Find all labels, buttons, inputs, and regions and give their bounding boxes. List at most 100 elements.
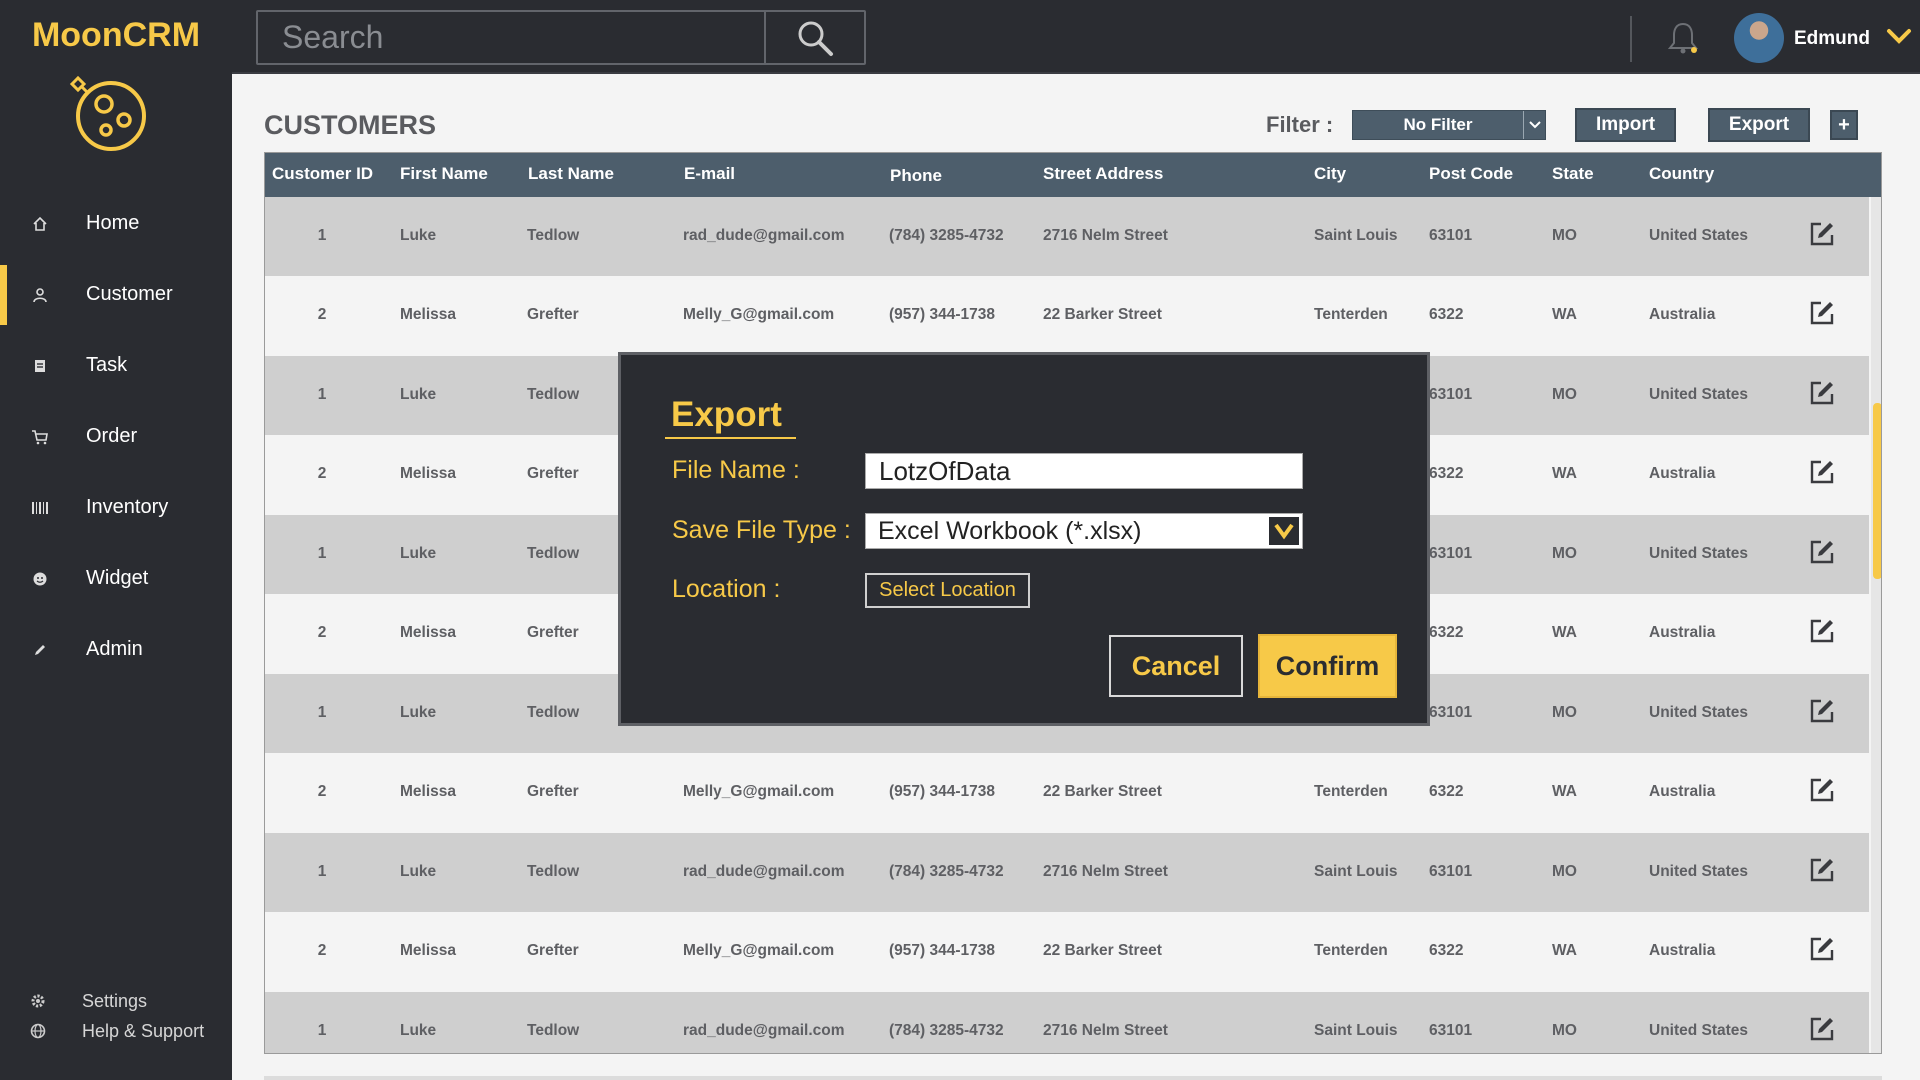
bell-icon[interactable]	[1666, 20, 1700, 56]
cell-customer-id: 2	[317, 624, 327, 641]
table-row[interactable]: 1 Luke Tedlow rad_dude@gmail.com (784) 3285-…	[265, 197, 1869, 277]
user-icon	[30, 285, 50, 305]
edit-icon[interactable]	[1808, 617, 1836, 645]
cell-post-code: 6322	[1429, 942, 1464, 959]
file-name-label: File Name :	[672, 456, 800, 484]
edit-icon[interactable]	[1808, 856, 1836, 884]
help-support-link[interactable]: Help & Support	[0, 1016, 232, 1046]
select-location-button[interactable]: Select Location	[865, 573, 1030, 608]
cell-post-code: 6322	[1429, 306, 1464, 323]
column-header-street-address[interactable]: Street Address	[1043, 164, 1163, 184]
table-scrollbar[interactable]	[1871, 197, 1881, 1053]
column-header-state[interactable]: State	[1552, 164, 1594, 184]
cell-street-address: 22 Barker Street	[1043, 942, 1162, 959]
cell-country: United States	[1649, 704, 1749, 721]
cell-email: Melly_G@gmail.com	[683, 306, 835, 323]
sidebar-item-task[interactable]: Task	[0, 330, 232, 401]
import-button[interactable]: Import	[1575, 108, 1676, 142]
column-header-phone[interactable]: Phone	[890, 166, 942, 186]
settings-link[interactable]: Settings	[0, 986, 232, 1016]
scrollbar-thumb[interactable]	[1873, 403, 1881, 579]
topbar-divider	[1630, 16, 1632, 62]
confirm-button[interactable]: Confirm	[1258, 634, 1397, 698]
table-row[interactable]: 1 Luke Tedlow rad_dude@gmail.com (784) 3285-…	[265, 833, 1869, 913]
cell-phone: (957) 344-1738	[889, 783, 995, 800]
edit-icon[interactable]	[1808, 458, 1836, 486]
cell-last-name: Tedlow	[527, 863, 580, 880]
cell-state: MO	[1552, 545, 1577, 562]
column-header-city[interactable]: City	[1314, 164, 1346, 184]
sidebar-item-home[interactable]: Home	[0, 188, 232, 259]
smiley-icon	[30, 569, 50, 589]
chevron-down-icon	[1523, 111, 1545, 139]
file-type-select[interactable]: Excel Workbook (*.xlsx)	[865, 513, 1303, 549]
cell-country: United States	[1649, 227, 1749, 244]
column-header-email[interactable]: E-mail	[684, 164, 735, 184]
user-name[interactable]: Edmund	[1794, 28, 1870, 50]
cell-last-name: Tedlow	[527, 545, 580, 562]
brand-logo-text: MoonCRM	[31, 16, 201, 54]
chevron-down-icon[interactable]	[1886, 25, 1912, 47]
avatar[interactable]	[1734, 13, 1784, 63]
add-customer-button[interactable]: +	[1830, 110, 1858, 140]
cell-post-code: 63101	[1429, 704, 1473, 721]
sidebar-item-admin[interactable]: Admin	[0, 614, 232, 685]
page-title: CUSTOMERS	[264, 110, 437, 140]
sidebar-item-order[interactable]: Order	[0, 401, 232, 472]
export-button[interactable]: Export	[1708, 108, 1810, 142]
edit-icon[interactable]	[1808, 538, 1836, 566]
cell-city: Tenterden	[1314, 783, 1388, 800]
file-name-input[interactable]	[865, 453, 1303, 489]
cell-post-code: 63101	[1429, 386, 1473, 403]
cell-email: rad_dude@gmail.com	[683, 863, 845, 880]
cell-phone: (957) 344-1738	[889, 942, 995, 959]
cell-state: MO	[1552, 386, 1577, 403]
cell-country: Australia	[1649, 306, 1716, 323]
search-button[interactable]	[766, 12, 864, 63]
cell-country: United States	[1649, 863, 1749, 880]
search-box	[256, 10, 866, 65]
cell-email: rad_dude@gmail.com	[683, 227, 845, 244]
sidebar-item-inventory[interactable]: Inventory	[0, 472, 232, 543]
edit-icon[interactable]	[1808, 1015, 1836, 1043]
column-header-country[interactable]: Country	[1649, 164, 1714, 184]
edit-icon[interactable]	[1808, 935, 1836, 963]
table-row[interactable]: 2 Melissa Grefter Melly_G@gmail.com (957) 34…	[265, 276, 1869, 356]
sidebar-nav: Home Customer Task Order Inventory Widge…	[0, 188, 232, 685]
cancel-button[interactable]: Cancel	[1109, 635, 1243, 697]
search-input[interactable]	[258, 12, 766, 63]
column-header-customer-id[interactable]: Customer ID	[272, 164, 373, 184]
sidebar-item-widget[interactable]: Widget	[0, 543, 232, 614]
cell-phone: (784) 3285-4732	[889, 1022, 1004, 1039]
edit-icon[interactable]	[1808, 220, 1836, 248]
column-header-first-name[interactable]: First Name	[400, 164, 488, 184]
sidebar: MoonCRM Home Customer Task Order Invento…	[0, 0, 232, 1080]
table-row[interactable]: 1 Luke Tedlow rad_dude@gmail.com (784) 3285-…	[265, 992, 1869, 1053]
cell-street-address: 22 Barker Street	[1043, 783, 1162, 800]
cell-first-name: Melissa	[400, 306, 457, 323]
filter-value: No Filter	[1403, 115, 1473, 134]
chevron-down-icon	[1269, 517, 1299, 545]
cell-post-code: 6322	[1429, 465, 1464, 482]
column-header-post-code[interactable]: Post Code	[1429, 164, 1513, 184]
cell-street-address: 2716 Nelm Street	[1043, 863, 1168, 880]
edit-icon[interactable]	[1808, 379, 1836, 407]
column-header-last-name[interactable]: Last Name	[528, 164, 614, 184]
cell-street-address: 2716 Nelm Street	[1043, 227, 1168, 244]
cell-last-name: Tedlow	[527, 1022, 580, 1039]
cell-state: WA	[1552, 306, 1577, 323]
table-row[interactable]: 2 Melissa Grefter Melly_G@gmail.com (957) 34…	[265, 753, 1869, 833]
edit-icon[interactable]	[1808, 776, 1836, 804]
table-row[interactable]: 2 Melissa Grefter Melly_G@gmail.com (957) 34…	[265, 912, 1869, 992]
cell-country: Australia	[1649, 624, 1716, 641]
dialog-title: Export	[671, 395, 782, 434]
cell-state: WA	[1552, 783, 1577, 800]
sidebar-item-label: Inventory	[86, 496, 169, 518]
cell-first-name: Melissa	[400, 783, 457, 800]
filter-select[interactable]: No Filter	[1352, 110, 1546, 140]
location-label: Location :	[672, 575, 781, 603]
edit-icon[interactable]	[1808, 697, 1836, 725]
cell-customer-id: 1	[317, 227, 327, 244]
edit-icon[interactable]	[1808, 299, 1836, 327]
sidebar-item-customer[interactable]: Customer	[0, 259, 232, 330]
